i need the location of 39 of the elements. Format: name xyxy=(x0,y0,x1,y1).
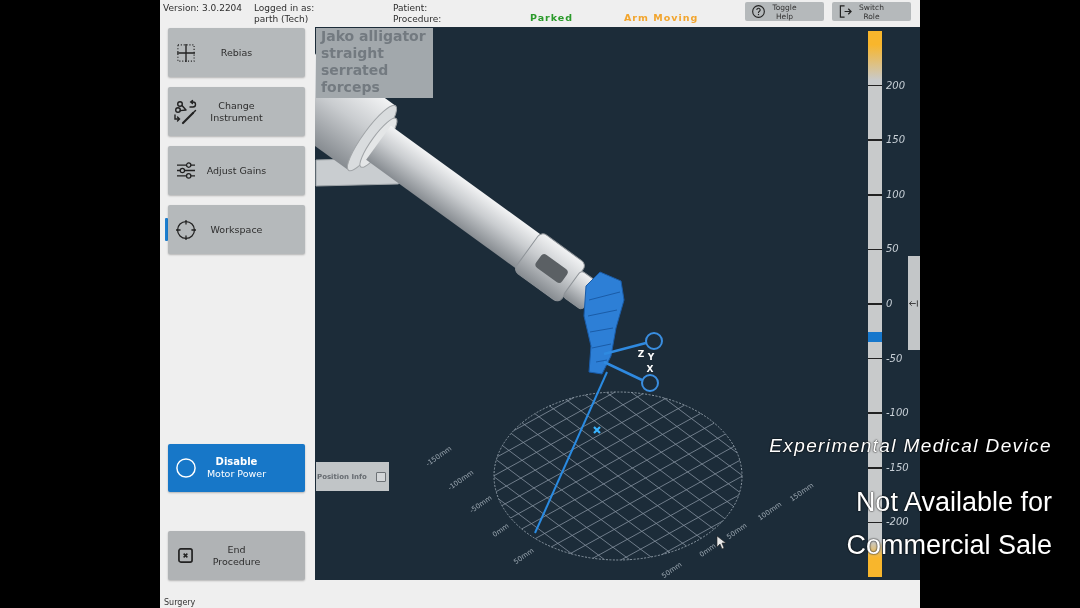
scale-label: -100 xyxy=(886,408,909,419)
patient-label: Patient: xyxy=(393,3,428,14)
mode-text: Surgery xyxy=(164,598,196,607)
axis-label: Z xyxy=(637,349,645,359)
x-square-icon xyxy=(178,548,193,563)
cursor-icon xyxy=(716,535,727,550)
instrument-swap-icon xyxy=(172,98,198,125)
user-name: parth (Tech) xyxy=(254,14,309,25)
dotted-plus-icon xyxy=(177,43,195,62)
axis-label: X xyxy=(646,364,654,374)
sidebar-button[interactable]: Workspace xyxy=(168,205,305,254)
axis-label: Y xyxy=(647,352,655,362)
scale-label: 100 xyxy=(886,189,906,200)
target-marker-icon xyxy=(592,425,602,435)
checkbox[interactable] xyxy=(376,471,386,482)
status-text: Parked xyxy=(530,12,574,23)
help-icon xyxy=(752,5,765,18)
version-text: Version: 3.0.2204 xyxy=(163,3,243,14)
scale-label: 150 xyxy=(886,135,906,146)
crosshair-icon xyxy=(176,219,196,240)
sliders-icon xyxy=(177,162,195,179)
scale-label: -50 xyxy=(886,353,903,364)
login-label: Logged in as: xyxy=(254,3,315,14)
sidebar-button[interactable]: Rebias xyxy=(168,28,305,77)
arrow-to-bar-icon xyxy=(909,299,918,307)
sidebar-button[interactable]: Change Instrument xyxy=(168,87,305,136)
end-procedure-button[interactable]: End Procedure xyxy=(168,531,305,580)
scale-label: -200 xyxy=(886,517,909,528)
scale-label: 50 xyxy=(886,244,899,255)
scale-label: -150 xyxy=(886,462,909,473)
side-panel-handle[interactable] xyxy=(908,256,920,350)
procedure-label: Procedure: xyxy=(393,14,442,25)
circle-icon xyxy=(176,458,196,478)
logout-icon xyxy=(839,5,852,18)
motor-power-button[interactable]: Disable Motor Power xyxy=(168,444,305,492)
sidebar-button[interactable]: Adjust Gains xyxy=(168,146,305,195)
scale-label: 0 xyxy=(886,299,893,309)
status-text: Arm Moving xyxy=(624,12,699,23)
scale-label: 200 xyxy=(886,80,906,91)
